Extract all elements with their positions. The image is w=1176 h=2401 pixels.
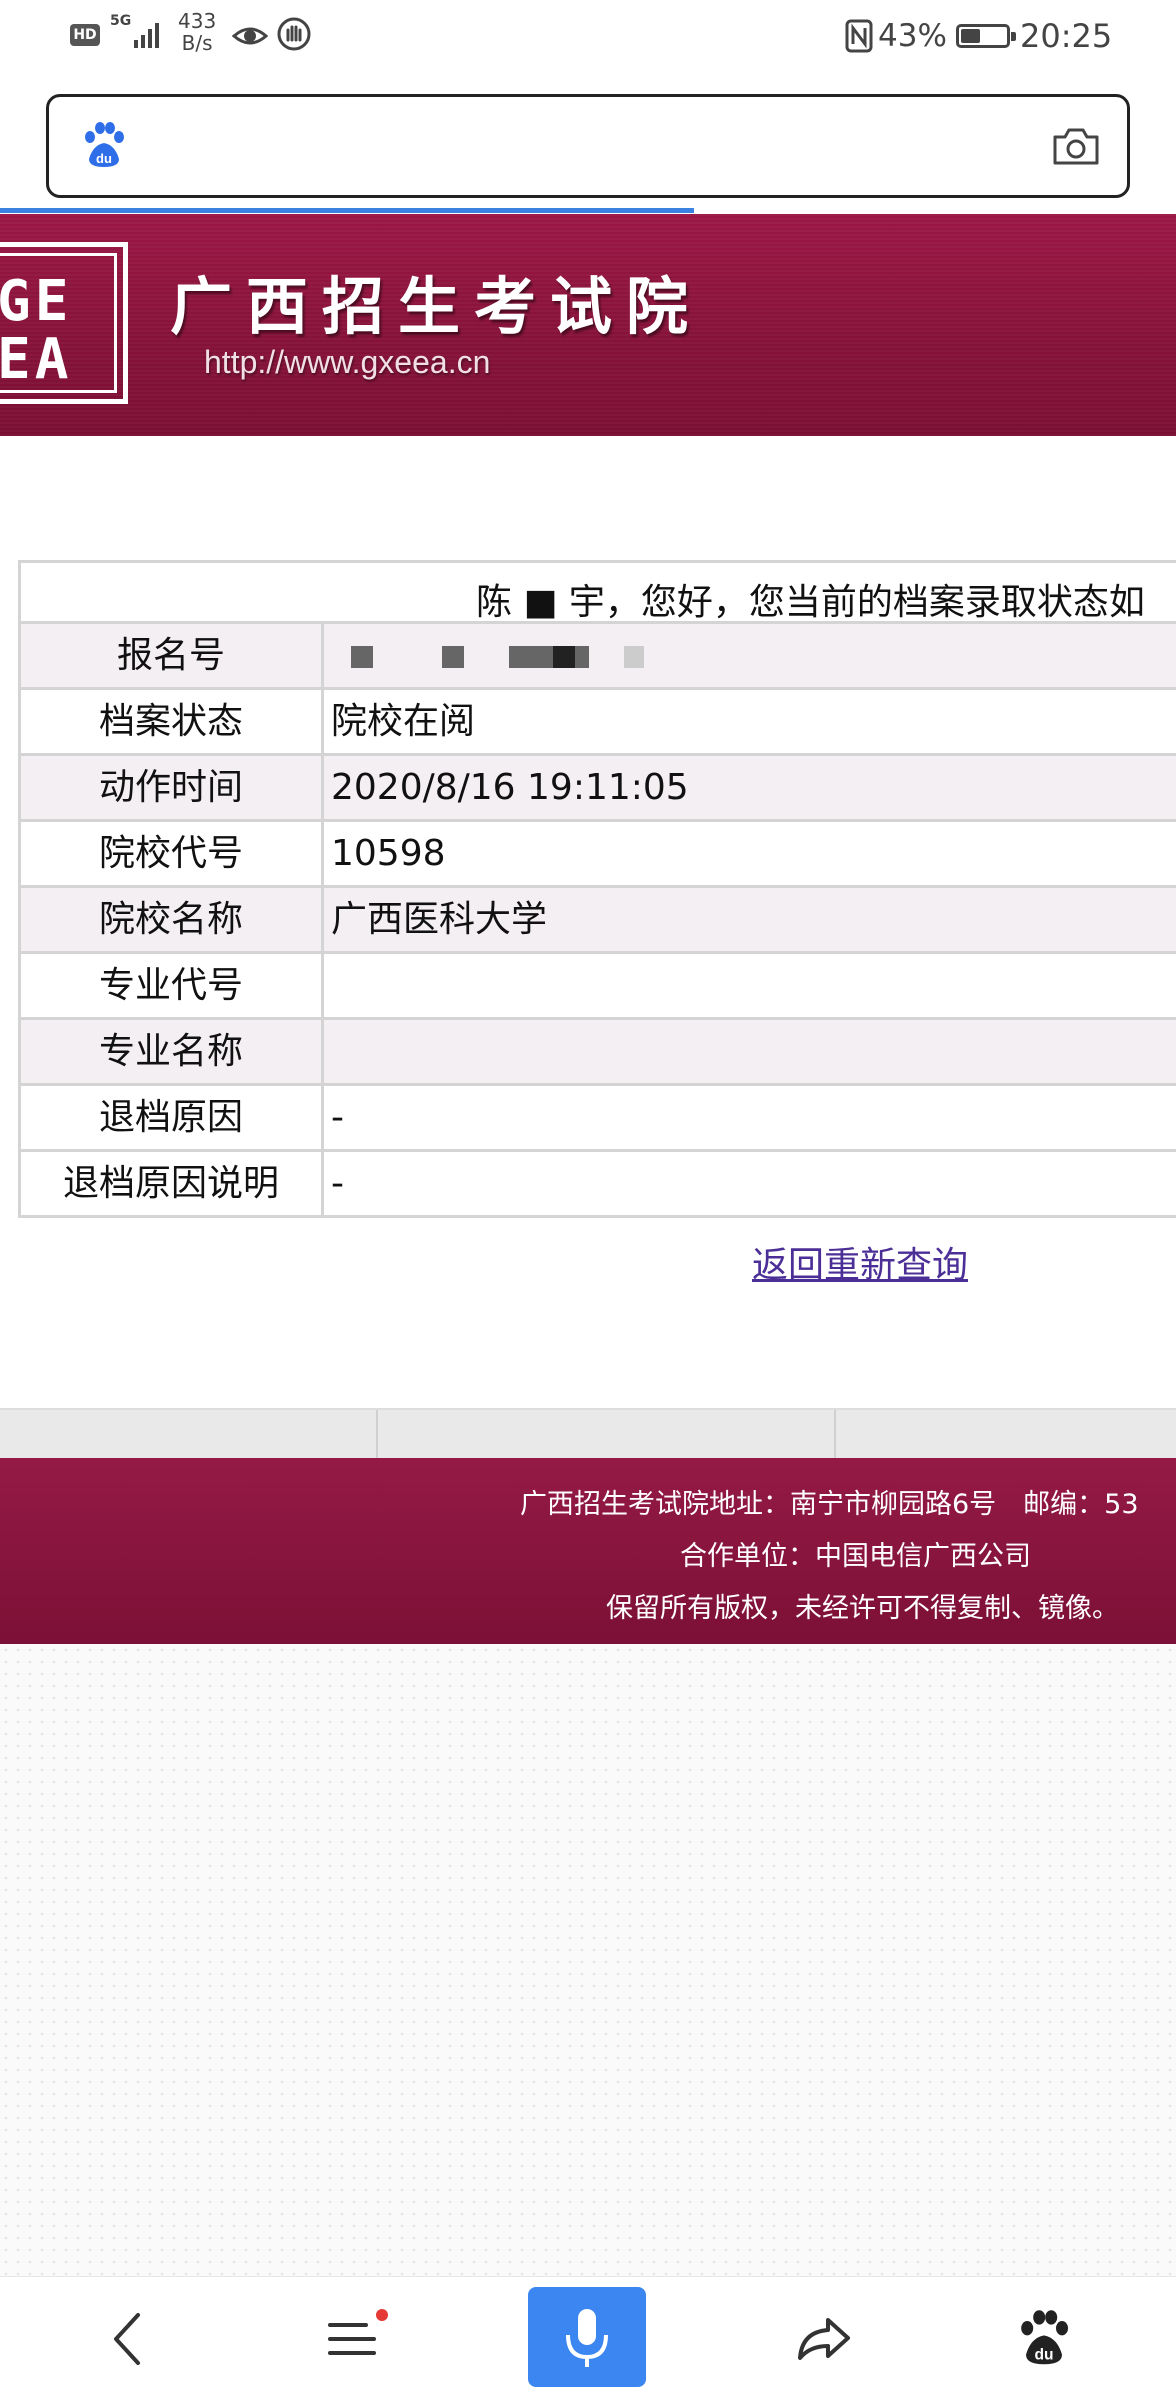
svg-text:du: du [96,151,112,166]
row-value: 2020/8/16 19:11:05 [331,767,689,808]
share-icon [798,2318,850,2360]
table-row: 院校名称 广西医科大学 [18,888,1176,954]
battery-level [961,29,980,43]
page-load-progress [0,208,694,213]
table-row: 退档原因说明 - [18,1152,1176,1218]
search-bar[interactable]: du [46,94,1130,198]
greeting-text: 陈 ■ 宇，您好，您当前的档案录取状态如 [476,582,1145,623]
row-label: 动作时间 [21,756,324,819]
back-arrow-icon [114,2313,140,2365]
site-url[interactable]: http://www.gxeea.cn [204,344,490,381]
menu-icon [328,2323,376,2355]
row-label: 退档原因说明 [21,1152,324,1215]
mic-icon [566,2309,608,2367]
share-button[interactable] [764,2277,884,2401]
battery-icon [956,24,1016,48]
row-value: - [331,1097,344,1138]
menu-button[interactable] [292,2277,412,2401]
eye-icon [232,27,268,45]
status-bar: HD 5G 433 B/s 43% 20:25 [0,0,1176,78]
hand-icon [277,17,311,51]
table-row: 报名号 [18,624,1176,690]
row-value: 广西医科大学 [331,899,548,940]
table-row: 院校代号 10598 [18,822,1176,888]
back-query-link[interactable]: 返回重新查询 [752,1236,968,1288]
network-speed: 433 B/s [178,9,217,55]
table-row: 专业名称 [18,1020,1176,1086]
network-type: 5G [110,13,132,29]
footer-address: 广西招生考试院地址：南宁市柳园路6号 邮编：53 [520,1489,1139,1520]
footer-partner: 合作单位：中国电信广西公司 [680,1541,1031,1572]
baidu-paw-icon: du [1021,2310,1068,2365]
table-row: 档案状态 院校在阅 [18,690,1176,756]
table-row: 退档原因 - [18,1086,1176,1152]
camera-icon[interactable] [1051,125,1101,167]
table-row: 专业代号 [18,954,1176,1020]
row-label: 院校代号 [21,822,324,885]
hd-icon: HD [70,24,100,46]
site-header: GE EA 广西招生考试院 http://www.gxeea.cn [0,214,1176,436]
footer-divider-bar [0,1408,1176,1458]
svg-text:du: du [1034,2346,1053,2363]
greeting-row: 陈 ■ 宇，您好，您当前的档案录取状态如 [18,560,1176,624]
row-value: 10598 [331,833,446,874]
row-value: 院校在阅 [331,701,476,742]
baidu-home-button[interactable]: du [984,2277,1104,2401]
clock: 20:25 [1020,17,1113,55]
row-label: 专业名称 [21,1020,324,1083]
row-label: 院校名称 [21,888,324,951]
back-button[interactable] [68,2277,188,2401]
notification-dot [376,2309,388,2321]
battery-percent: 43% [878,18,947,54]
row-label: 档案状态 [21,690,324,753]
row-label: 退档原因 [21,1086,324,1149]
footer-copyright: 保留所有版权，未经许可不得复制、镜像。 [606,1593,1119,1624]
voice-search-button[interactable] [528,2287,646,2387]
registration-number [351,624,644,687]
nfc-icon [845,19,873,53]
site-logo: GE EA [0,242,128,404]
baidu-paw-icon[interactable]: du [81,121,127,171]
row-label: 报名号 [21,624,324,687]
page-background [0,1644,1176,2276]
bottom-navigation: du [0,2276,1176,2401]
site-footer: 广西招生考试院地址：南宁市柳园路6号 邮编：53 合作单位：中国电信广西公司 保… [0,1458,1176,1644]
row-value: - [331,1163,344,1204]
signal-icon [134,23,159,48]
row-label: 专业代号 [21,954,324,1017]
table-row: 动作时间 2020/8/16 19:11:05 [18,756,1176,822]
site-title: 广西招生考试院 [170,270,703,343]
